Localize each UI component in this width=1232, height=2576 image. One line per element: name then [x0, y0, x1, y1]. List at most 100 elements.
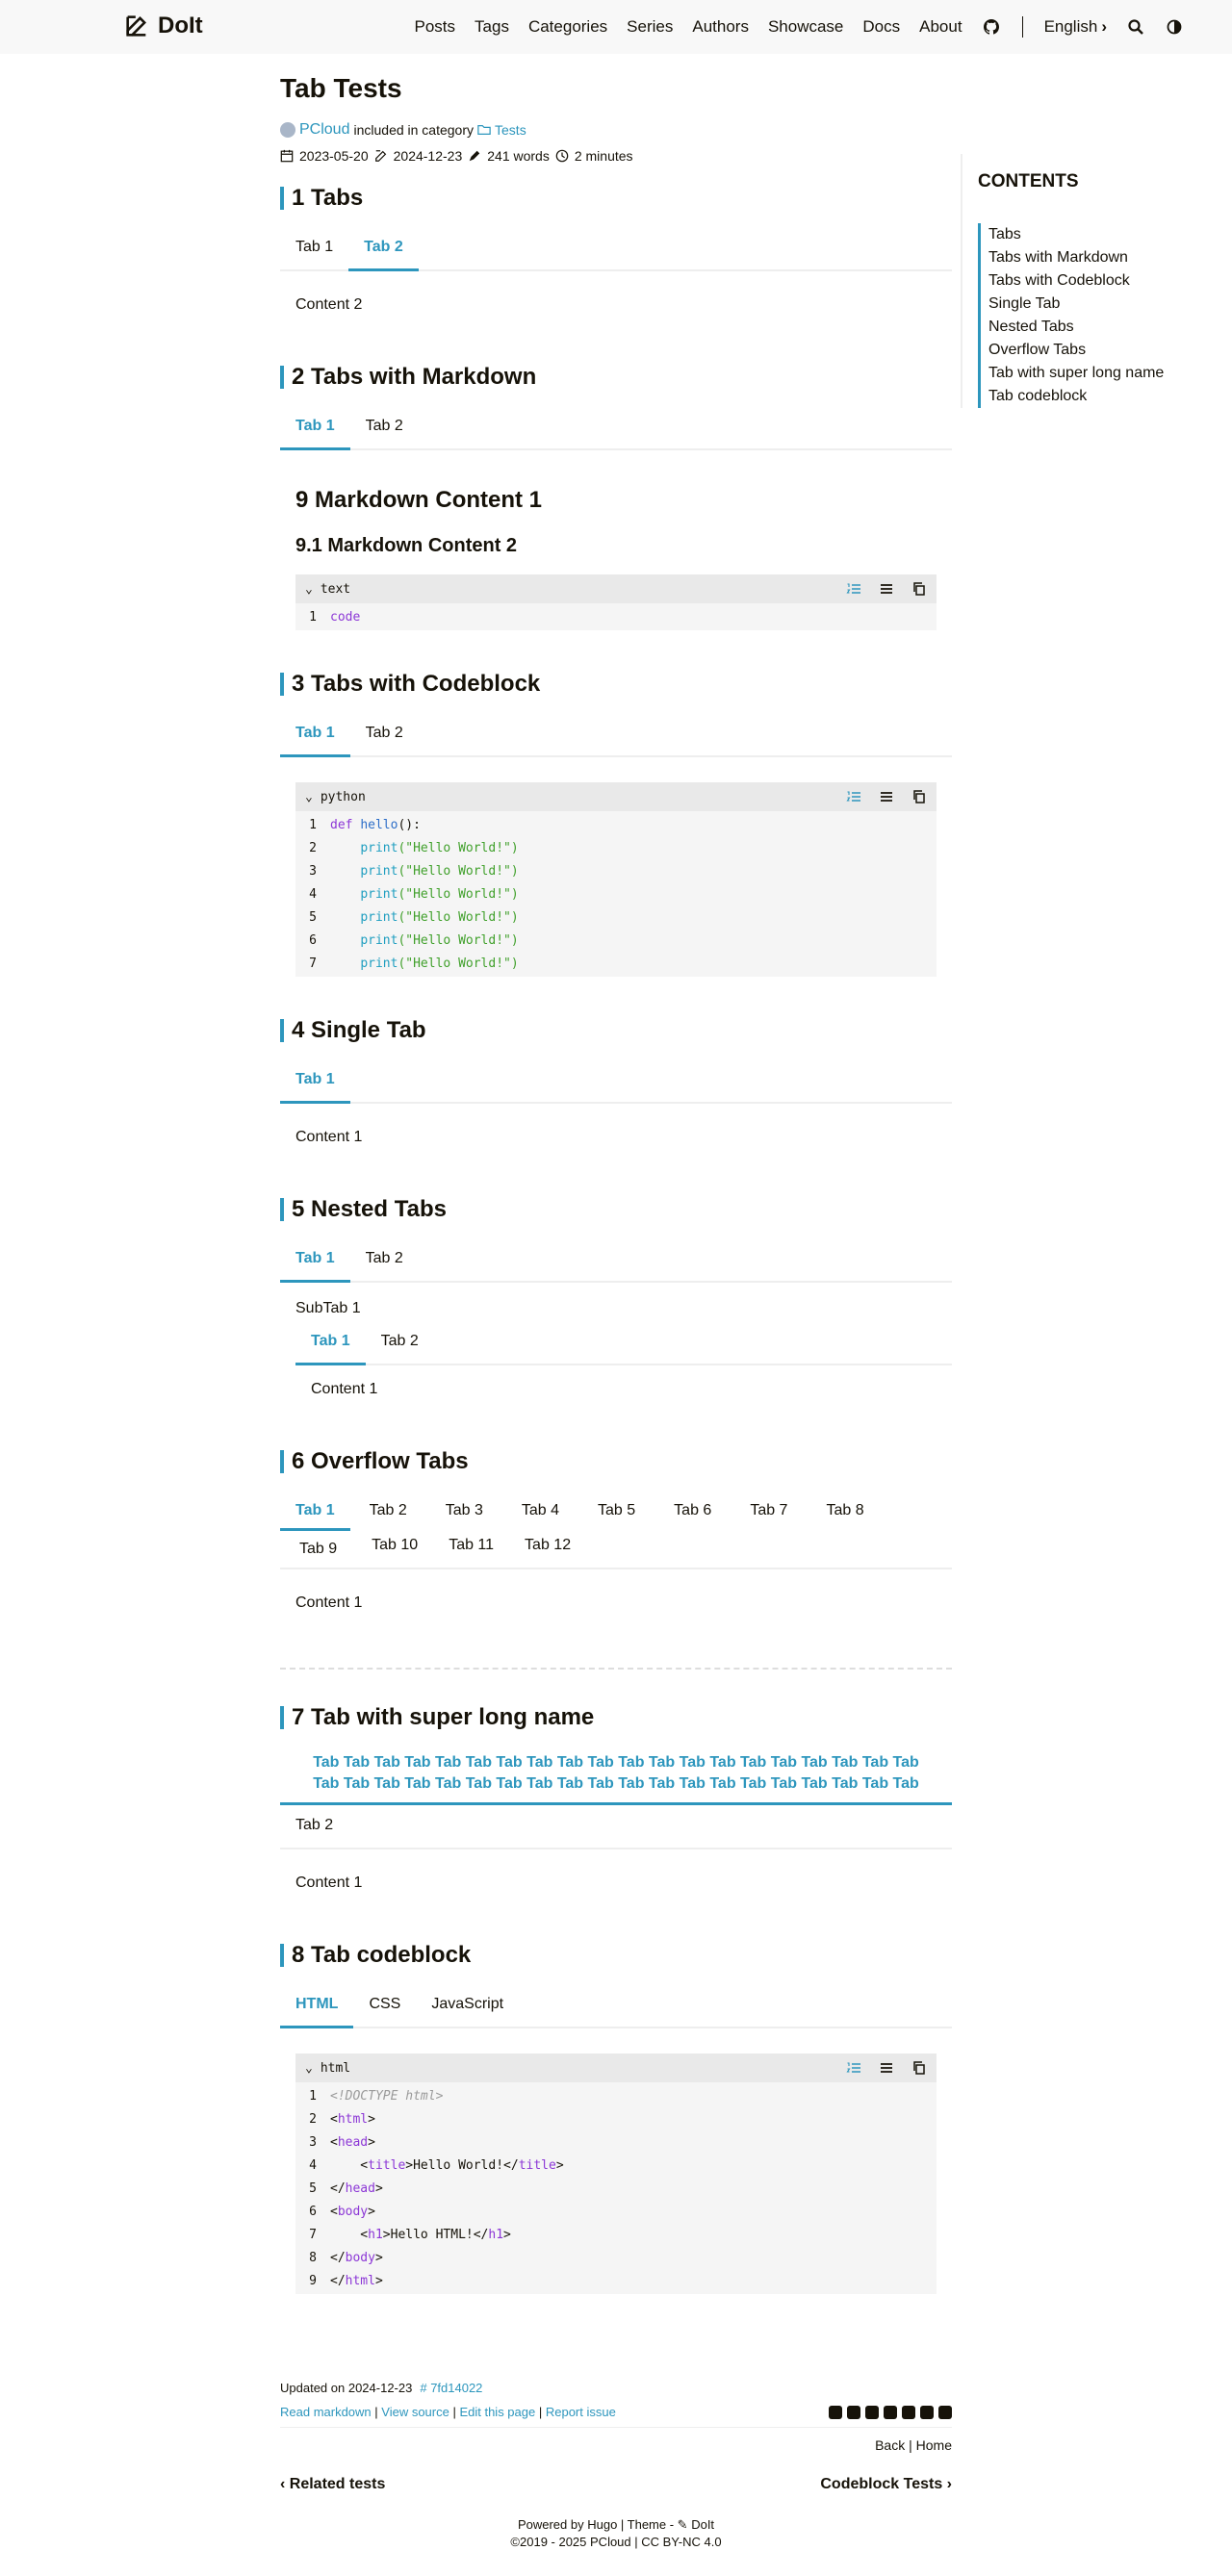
search-icon[interactable]: [1126, 17, 1145, 37]
line-icon[interactable]: [884, 2405, 897, 2419]
tab-4[interactable]: Tab 4: [502, 1491, 578, 1529]
toc-item-nested-tabs[interactable]: Nested Tabs: [978, 316, 1211, 339]
nav-about[interactable]: About: [919, 17, 962, 37]
toc-item-tab-codeblock[interactable]: Tab codeblock: [978, 385, 1211, 408]
main-nav: Posts Tags Categories Series Authors Sho…: [405, 0, 1194, 54]
edit-logo-icon: [126, 15, 146, 37]
toc-item-overflow-tabs[interactable]: Overflow Tabs: [978, 339, 1211, 362]
report-issue-link[interactable]: Report issue: [546, 2405, 616, 2419]
post-meta-stats: 2023-05-20 2024-12-23 241 words 2 minute…: [280, 148, 952, 164]
tab-2[interactable]: Tab 2: [348, 227, 419, 271]
tab-12[interactable]: Tab 12: [509, 1529, 586, 1568]
category-link[interactable]: Tests: [495, 122, 526, 138]
nested-tab-2[interactable]: Tab 2: [366, 1321, 434, 1364]
toc-item-tabs[interactable]: Tabs: [978, 223, 1211, 246]
wrap-lines-icon[interactable]: [879, 581, 894, 597]
nav-showcase[interactable]: Showcase: [768, 17, 843, 37]
line-numbers-icon[interactable]: [846, 581, 861, 597]
github-icon[interactable]: [982, 17, 1001, 37]
chevron-down-icon[interactable]: ⌄: [305, 2061, 313, 2076]
code-line: 1 def hello ():: [309, 817, 421, 832]
read-markdown-link[interactable]: Read markdown: [280, 2405, 372, 2419]
nav-docs[interactable]: Docs: [862, 17, 900, 37]
tab-1[interactable]: Tab 1: [280, 227, 348, 269]
code-header[interactable]: ⌄ text: [295, 574, 937, 603]
post-meta-author: PCloud included in category Tests: [280, 121, 952, 139]
tab-super-long[interactable]: Tab Tab Tab Tab Tab Tab Tab Tab Tab Tab …: [280, 1747, 952, 1805]
chevron-down-icon[interactable]: ⌄: [305, 790, 313, 804]
wrap-lines-icon[interactable]: [879, 2060, 894, 2076]
author-link[interactable]: PCloud: [299, 121, 349, 139]
facebook-icon[interactable]: [847, 2405, 860, 2419]
tab-1[interactable]: Tab 1: [280, 406, 350, 450]
mastodon-icon[interactable]: [938, 2405, 952, 2419]
tab-2[interactable]: Tab 2: [280, 1805, 952, 1849]
tab-1[interactable]: Tab 1: [280, 1059, 350, 1104]
toc-item-tabs-codeblock[interactable]: Tabs with Codeblock: [978, 269, 1211, 293]
telegram-icon[interactable]: [920, 2405, 934, 2419]
section-heading-single-tab: 4 Single Tab: [280, 1019, 952, 1042]
tab-2[interactable]: Tab 2: [350, 1491, 426, 1529]
tab-8[interactable]: Tab 8: [807, 1491, 883, 1529]
tab-2[interactable]: Tab 2: [350, 713, 419, 755]
tab-1[interactable]: Tab 1: [280, 1238, 350, 1283]
tab-3[interactable]: Tab 3: [426, 1491, 502, 1529]
back-link[interactable]: Back: [875, 2437, 905, 2453]
tab-javascript[interactable]: JavaScript: [416, 1984, 519, 2027]
nav-tags[interactable]: Tags: [475, 17, 509, 37]
line-numbers-icon[interactable]: [846, 789, 861, 804]
wrap-lines-icon[interactable]: [879, 789, 894, 804]
copy-icon[interactable]: [911, 581, 927, 597]
nav-series[interactable]: Series: [627, 17, 673, 37]
code-header[interactable]: ⌄ html: [295, 2053, 937, 2082]
tab-bar: Tab 1 Tab 2: [280, 227, 952, 271]
next-post-link[interactable]: Codeblock Tests ›: [820, 2476, 952, 2493]
tab-10[interactable]: Tab 10: [356, 1529, 433, 1568]
post-updated: Updated on 2024-12-23 # 7fd14022: [280, 2381, 952, 2395]
twitter-icon[interactable]: [829, 2405, 842, 2419]
long-tab-line-2: Tab Tab Tab Tab Tab Tab Tab Tab Tab Tab …: [313, 1775, 919, 1792]
toc-item-tabs-markdown[interactable]: Tabs with Markdown: [978, 246, 1211, 269]
tab-6[interactable]: Tab 6: [654, 1491, 731, 1529]
tab-2[interactable]: Tab 2: [350, 406, 419, 448]
nav-authors[interactable]: Authors: [692, 17, 749, 37]
brand-name: DoIt: [158, 13, 203, 38]
language-switcher[interactable]: English ›: [1044, 17, 1107, 37]
tab-bar: Tab 1: [280, 1059, 952, 1104]
toc-item-single-tab[interactable]: Single Tab: [978, 293, 1211, 316]
prev-post-link[interactable]: ‹ Related tests: [280, 2476, 385, 2493]
hackernews-icon[interactable]: [865, 2405, 879, 2419]
copy-icon[interactable]: [911, 789, 927, 804]
code-line: 6 < body >: [309, 2204, 375, 2219]
tab-7[interactable]: Tab 7: [731, 1491, 807, 1529]
tab-1[interactable]: Tab 1: [280, 713, 350, 757]
nav-categories[interactable]: Categories: [528, 17, 607, 37]
commit-link[interactable]: # 7fd14022: [420, 2381, 482, 2395]
publish-date: 2023-05-20: [299, 148, 369, 164]
toc-item-long-name[interactable]: Tab with super long name: [978, 362, 1211, 385]
tab-5[interactable]: Tab 5: [578, 1491, 654, 1529]
nested-tab-1[interactable]: Tab 1: [295, 1321, 366, 1365]
copy-icon[interactable]: [911, 2060, 927, 2076]
view-source-link[interactable]: View source: [381, 2405, 449, 2419]
edit-page-link[interactable]: Edit this page: [459, 2405, 535, 2419]
site-brand[interactable]: DoIt: [123, 13, 203, 39]
theme-toggle-icon[interactable]: [1165, 17, 1184, 37]
tab-css[interactable]: CSS: [353, 1984, 416, 2027]
tab-9[interactable]: Tab 9: [280, 1529, 356, 1568]
section-heading-long-name: 7 Tab with super long name: [280, 1706, 952, 1729]
long-tab-line-1: Tab Tab Tab Tab Tab Tab Tab Tab Tab Tab …: [313, 1754, 919, 1771]
tab-1[interactable]: Tab 1: [280, 1491, 350, 1531]
line-numbers-icon[interactable]: [846, 2060, 861, 2076]
tab-html[interactable]: HTML: [280, 1984, 354, 2028]
tab-content: Content 2: [295, 296, 363, 313]
code-header[interactable]: ⌄ python: [295, 782, 937, 811]
tab-content: Content 1: [295, 1129, 363, 1145]
nav-posts[interactable]: Posts: [415, 17, 456, 37]
home-link[interactable]: Home: [916, 2437, 952, 2453]
share-buttons: [829, 2405, 952, 2419]
chevron-down-icon[interactable]: ⌄: [305, 582, 313, 597]
tab-2[interactable]: Tab 2: [350, 1238, 419, 1281]
tab-11[interactable]: Tab 11: [433, 1529, 509, 1568]
weibo-icon[interactable]: [902, 2405, 915, 2419]
